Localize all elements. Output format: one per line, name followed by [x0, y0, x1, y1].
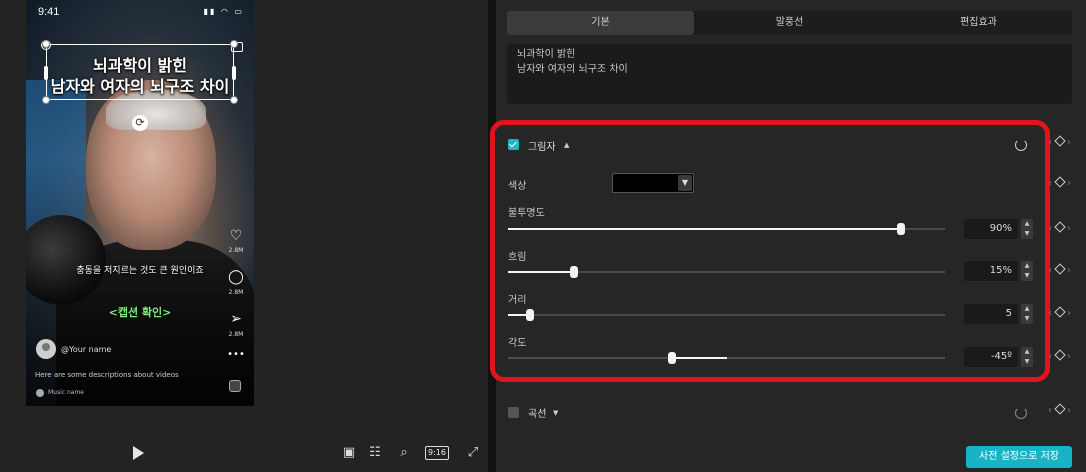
tab-effects[interactable]: 편집효과: [885, 11, 1072, 35]
heart-icon: ♡: [229, 228, 243, 244]
more-icon: •••: [227, 349, 245, 360]
like-count: 2.8M: [228, 247, 244, 254]
shadow-title[interactable]: 그림자: [528, 138, 556, 153]
video-subtitle: 충동을 저지르는 것도 큰 원인이죠: [76, 266, 204, 276]
video-preview[interactable]: 9:41 ▮▮ ◠ ▭ 뇌과학이 밝힌 남자와 여자의 뇌구조 차이 ⟳ ♡ 2…: [26, 0, 254, 406]
share-count: 2.8M: [228, 331, 244, 338]
angle-label: 각도: [508, 338, 527, 349]
opacity-label: 불투명도: [508, 208, 545, 219]
resize-handle-bottom-right[interactable]: [230, 96, 238, 104]
resize-handle-bottom-left[interactable]: [42, 96, 50, 104]
keyframe-icon[interactable]: [1054, 403, 1066, 415]
keyframe-icon[interactable]: [1054, 263, 1066, 275]
reset-icon[interactable]: [1015, 407, 1027, 419]
rotate-icon[interactable]: ⟳: [132, 115, 148, 131]
text-content-input[interactable]: 뇌과학이 밝힌 남자와 여자의 뇌구조 차이: [507, 44, 1072, 104]
play-button[interactable]: [133, 446, 144, 460]
avatar: [36, 339, 56, 359]
curve-keyframe-nav[interactable]: ‹ ›: [1048, 403, 1072, 416]
distance-thumb[interactable]: [525, 309, 534, 321]
distance-keyframe-nav[interactable]: ‹ ›: [1048, 306, 1072, 319]
distance-value[interactable]: 5: [964, 304, 1018, 324]
username: @Your name: [61, 345, 112, 354]
fullscreen-icon[interactable]: ⤢: [464, 444, 482, 462]
shadow-checkbox[interactable]: [508, 139, 519, 150]
angle-value[interactable]: -45º: [964, 347, 1018, 367]
video-description: Here are some descriptions about videos: [35, 371, 179, 379]
blur-thumb[interactable]: [569, 266, 578, 278]
angle-keyframe-nav[interactable]: ‹ ›: [1048, 349, 1072, 362]
tab-bar: 기본 말풍선 편집효과: [507, 11, 1072, 35]
inspector-panel: 기본 말풍선 편집효과 뇌과학이 밝힌 남자와 여자의 뇌구조 차이 그림자 ▲…: [490, 0, 1086, 472]
angle-stepper[interactable]: ▲ ▼: [1021, 347, 1033, 367]
highlight-box: [490, 120, 1050, 382]
opacity-fill: [508, 228, 902, 230]
music-disc-icon: [229, 380, 241, 392]
keyframe-icon[interactable]: [1054, 221, 1066, 233]
angle-fill: [671, 357, 727, 359]
chevron-up-icon[interactable]: ▲: [564, 141, 569, 149]
blur-fill: [508, 271, 574, 273]
opacity-stepper[interactable]: ▲ ▼: [1021, 219, 1033, 239]
comment-count: 2.8M: [228, 289, 244, 296]
keyframe-icon[interactable]: [1054, 306, 1066, 318]
angle-thumb[interactable]: [667, 352, 676, 364]
text-selection-box[interactable]: 뇌과학이 밝힌 남자와 여자의 뇌구조 차이: [42, 40, 238, 104]
chevron-down-icon[interactable]: ▼: [553, 409, 558, 417]
save-preset-button[interactable]: 사전 설정으로 저장: [966, 446, 1072, 468]
status-icons: ▮▮ ◠ ▭: [203, 7, 244, 16]
opacity-slider[interactable]: [508, 223, 945, 235]
keyframe-icon[interactable]: [1054, 349, 1066, 361]
safe-area-icon[interactable]: ▣: [340, 444, 358, 462]
preview-pane: 9:41 ▮▮ ◠ ▭ 뇌과학이 밝힌 남자와 여자의 뇌구조 차이 ⟳ ♡ 2…: [0, 0, 488, 472]
reset-icon[interactable]: [1015, 139, 1027, 151]
resize-handle-top-right[interactable]: [230, 40, 238, 48]
blur-slider[interactable]: [508, 266, 945, 278]
caption-check: <캡션 확인>: [108, 306, 172, 319]
title-line-2: 남자와 여자의 뇌구조 차이: [50, 77, 230, 96]
zoom-fit-icon[interactable]: ⌕: [395, 444, 413, 462]
aspect-ratio-button[interactable]: 9:16: [425, 446, 449, 460]
music-name: Music name: [48, 389, 84, 396]
resize-handle-top-left[interactable]: [42, 40, 50, 48]
grid-icon[interactable]: ☷: [366, 444, 384, 462]
curve-checkbox[interactable]: [508, 407, 519, 418]
color-label: 색상: [508, 181, 527, 192]
opacity-keyframe-nav[interactable]: ‹ ›: [1048, 221, 1072, 234]
distance-slider[interactable]: [508, 309, 945, 321]
blur-stepper[interactable]: ▲ ▼: [1021, 261, 1033, 281]
opacity-thumb[interactable]: [897, 223, 906, 235]
opacity-value[interactable]: 90%: [964, 219, 1018, 239]
chevron-down-icon[interactable]: ▼: [678, 175, 692, 191]
color-keyframe-nav[interactable]: ‹ ›: [1048, 176, 1072, 189]
curve-title[interactable]: 곡선: [528, 405, 546, 420]
panel-divider[interactable]: [488, 0, 496, 472]
distance-label: 거리: [508, 295, 527, 306]
keyframe-nav[interactable]: ‹ ›: [1048, 135, 1072, 148]
blur-label: 흐림: [508, 252, 527, 263]
tab-speech-bubble[interactable]: 말풍선: [696, 11, 883, 35]
music-icon: [36, 389, 44, 397]
blur-keyframe-nav[interactable]: ‹ ›: [1048, 263, 1072, 276]
keyframe-icon[interactable]: [1054, 176, 1066, 188]
distance-stepper[interactable]: ▲ ▼: [1021, 304, 1033, 324]
keyframe-icon[interactable]: [1054, 135, 1066, 147]
tab-basic[interactable]: 기본: [507, 11, 694, 35]
blur-value[interactable]: 15%: [964, 261, 1018, 281]
status-time: 9:41: [38, 6, 60, 18]
angle-slider[interactable]: [508, 352, 945, 364]
